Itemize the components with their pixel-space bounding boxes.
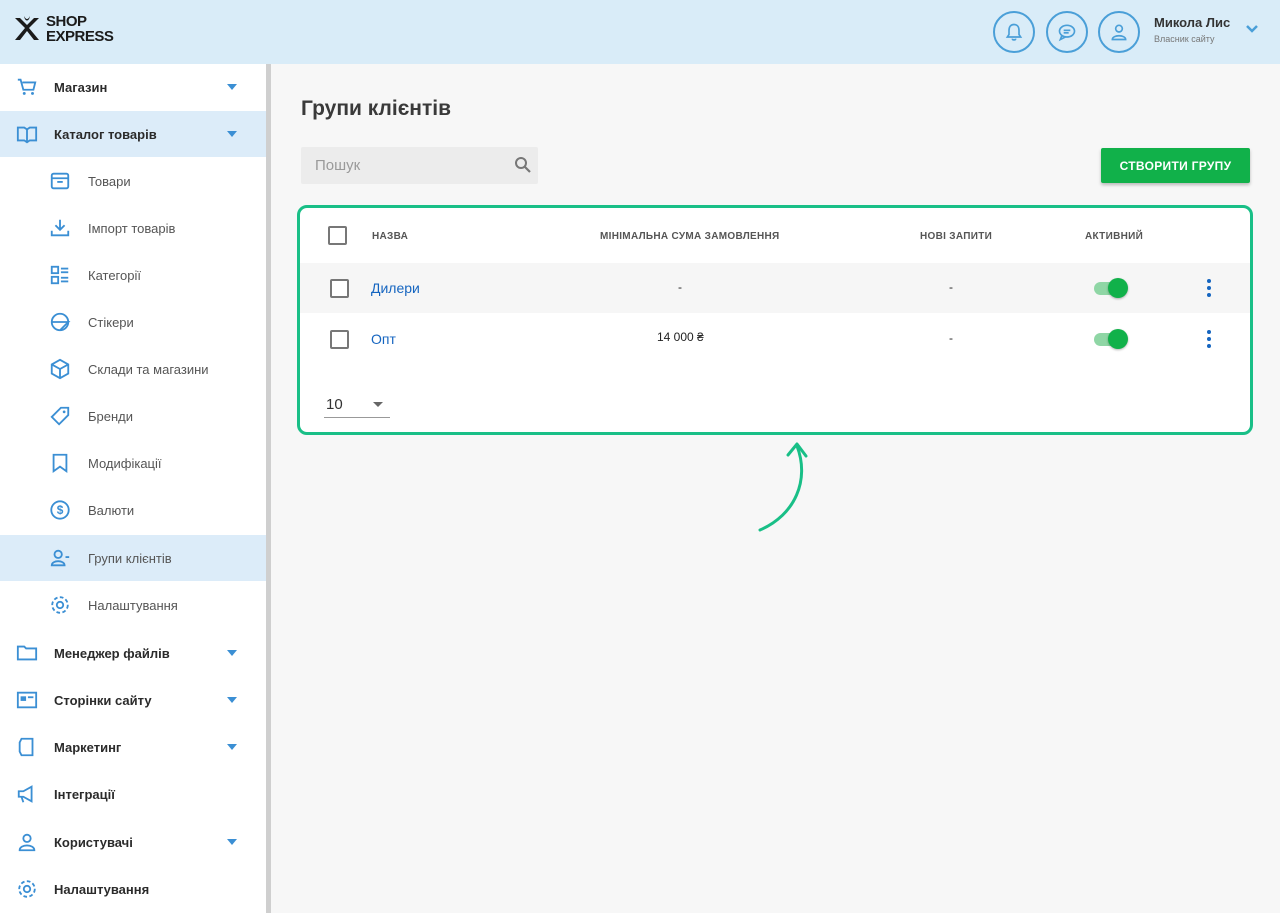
sidebar-item-label: Бренди <box>88 408 134 424</box>
tag-icon <box>50 406 70 426</box>
user-name[interactable]: Микола Лис <box>1154 15 1230 30</box>
sidebar-item-file-manager[interactable]: Менеджер файлів <box>0 630 266 676</box>
search-box[interactable] <box>301 147 538 184</box>
gear-icon <box>51 596 69 614</box>
create-group-button[interactable]: СТВОРИТИ ГРУПУ <box>1101 148 1250 183</box>
page-icon <box>16 691 38 709</box>
user-icon <box>18 833 36 852</box>
cart-icon <box>17 78 37 95</box>
folder-icon <box>16 645 38 661</box>
top-header: SHOP EXPRESS Микола Лис Власник сайту <box>0 0 1280 64</box>
sidebar-item-label: Інтеграції <box>54 786 115 802</box>
user-role: Власник сайту <box>1154 34 1215 44</box>
sidebar-item-label: Категорії <box>88 267 141 283</box>
sidebar-scrollbar[interactable] <box>266 64 271 913</box>
bell-icon <box>1005 23 1023 41</box>
bookmark-icon <box>52 453 68 474</box>
chevron-down-icon[interactable] <box>1245 24 1259 34</box>
user-group-icon <box>50 549 70 567</box>
sidebar-item-users[interactable]: Користувачі <box>0 819 266 865</box>
user-icon <box>1111 24 1127 41</box>
logo-line1: SHOP <box>46 13 87 30</box>
sidebar-item-label: Налаштування <box>54 881 150 897</box>
sidebar-item-marketing[interactable]: Маркетинг <box>0 724 266 770</box>
sidebar-item-label: Товари <box>88 173 131 189</box>
caret-down-icon <box>227 131 237 137</box>
gear-icon <box>18 880 36 898</box>
sidebar-item-shop[interactable]: Магазин <box>0 64 266 110</box>
profile-button[interactable] <box>1098 11 1140 53</box>
sidebar-item-catalog[interactable]: Каталог товарів <box>0 111 266 157</box>
warehouse-icon <box>50 358 70 380</box>
caret-down-icon <box>227 697 237 703</box>
sidebar-item-label: Користувачі <box>54 834 133 850</box>
sidebar-item-label: Сторінки сайту <box>54 692 152 708</box>
sidebar-item-categories[interactable]: Категорії <box>0 252 266 298</box>
sidebar-item-brands[interactable]: Бренди <box>0 393 266 439</box>
caret-down-icon <box>227 744 237 750</box>
sidebar-item-label: Групи клієнтів <box>88 550 172 566</box>
sidebar-item-modifications[interactable]: Модифікації <box>0 440 266 486</box>
marketing-icon <box>18 737 34 757</box>
page-title: Групи клієнтів <box>301 97 452 120</box>
sidebar-item-label: Налаштування <box>88 597 178 613</box>
megaphone-icon <box>17 785 33 803</box>
dollar-icon: $ <box>50 500 70 520</box>
sidebar-item-import[interactable]: Імпорт товарів <box>0 205 266 251</box>
search-icon[interactable] <box>514 156 532 174</box>
sidebar-item-warehouses[interactable]: Склади та магазини <box>0 346 266 392</box>
caret-down-icon <box>227 84 237 90</box>
sidebar-item-label: Склади та магазини <box>88 361 209 377</box>
sidebar-item-products[interactable]: Товари <box>0 158 266 204</box>
logo-line2: EXPRESS <box>46 28 114 45</box>
sidebar-item-settings[interactable]: Налаштування <box>0 866 266 912</box>
sidebar-item-catalog-settings[interactable]: Налаштування <box>0 582 266 628</box>
table-highlight-frame <box>297 205 1253 435</box>
sidebar-item-label: Каталог товарів <box>54 126 157 142</box>
chat-icon <box>1058 24 1076 42</box>
catalog-icon <box>16 126 38 144</box>
sidebar-item-label: Модифікації <box>88 455 162 471</box>
sidebar-item-customer-groups[interactable]: Групи клієнтів <box>0 535 266 581</box>
messages-button[interactable] <box>1046 11 1088 53</box>
caret-down-icon <box>227 650 237 656</box>
svg-text:$: $ <box>57 503 64 517</box>
sidebar-item-label: Імпорт товарів <box>88 220 176 236</box>
sidebar-item-label: Маркетинг <box>54 739 122 755</box>
sidebar-item-label: Менеджер файлів <box>54 645 170 661</box>
sidebar-item-currencies[interactable]: $ Валюти <box>0 487 266 533</box>
shop-express-logo[interactable]: SHOP EXPRESS <box>12 13 114 45</box>
search-input[interactable] <box>301 147 501 184</box>
download-icon <box>50 219 70 237</box>
sidebar-item-site-pages[interactable]: Сторінки сайту <box>0 677 266 723</box>
box-icon <box>50 172 70 190</box>
sidebar-item-integrations[interactable]: Інтеграції <box>0 771 266 817</box>
annotation-arrow-icon <box>758 442 808 532</box>
notifications-button[interactable] <box>993 11 1035 53</box>
sidebar-item-label: Валюти <box>88 502 135 518</box>
sidebar-item-stickers[interactable]: Стікери <box>0 299 266 345</box>
logo-icon <box>15 16 39 40</box>
sticker-icon <box>50 312 71 332</box>
sidebar-item-label: Стікери <box>88 314 134 330</box>
sidebar-item-label: Магазин <box>54 79 108 95</box>
categories-icon <box>50 265 69 285</box>
caret-down-icon <box>227 839 237 845</box>
